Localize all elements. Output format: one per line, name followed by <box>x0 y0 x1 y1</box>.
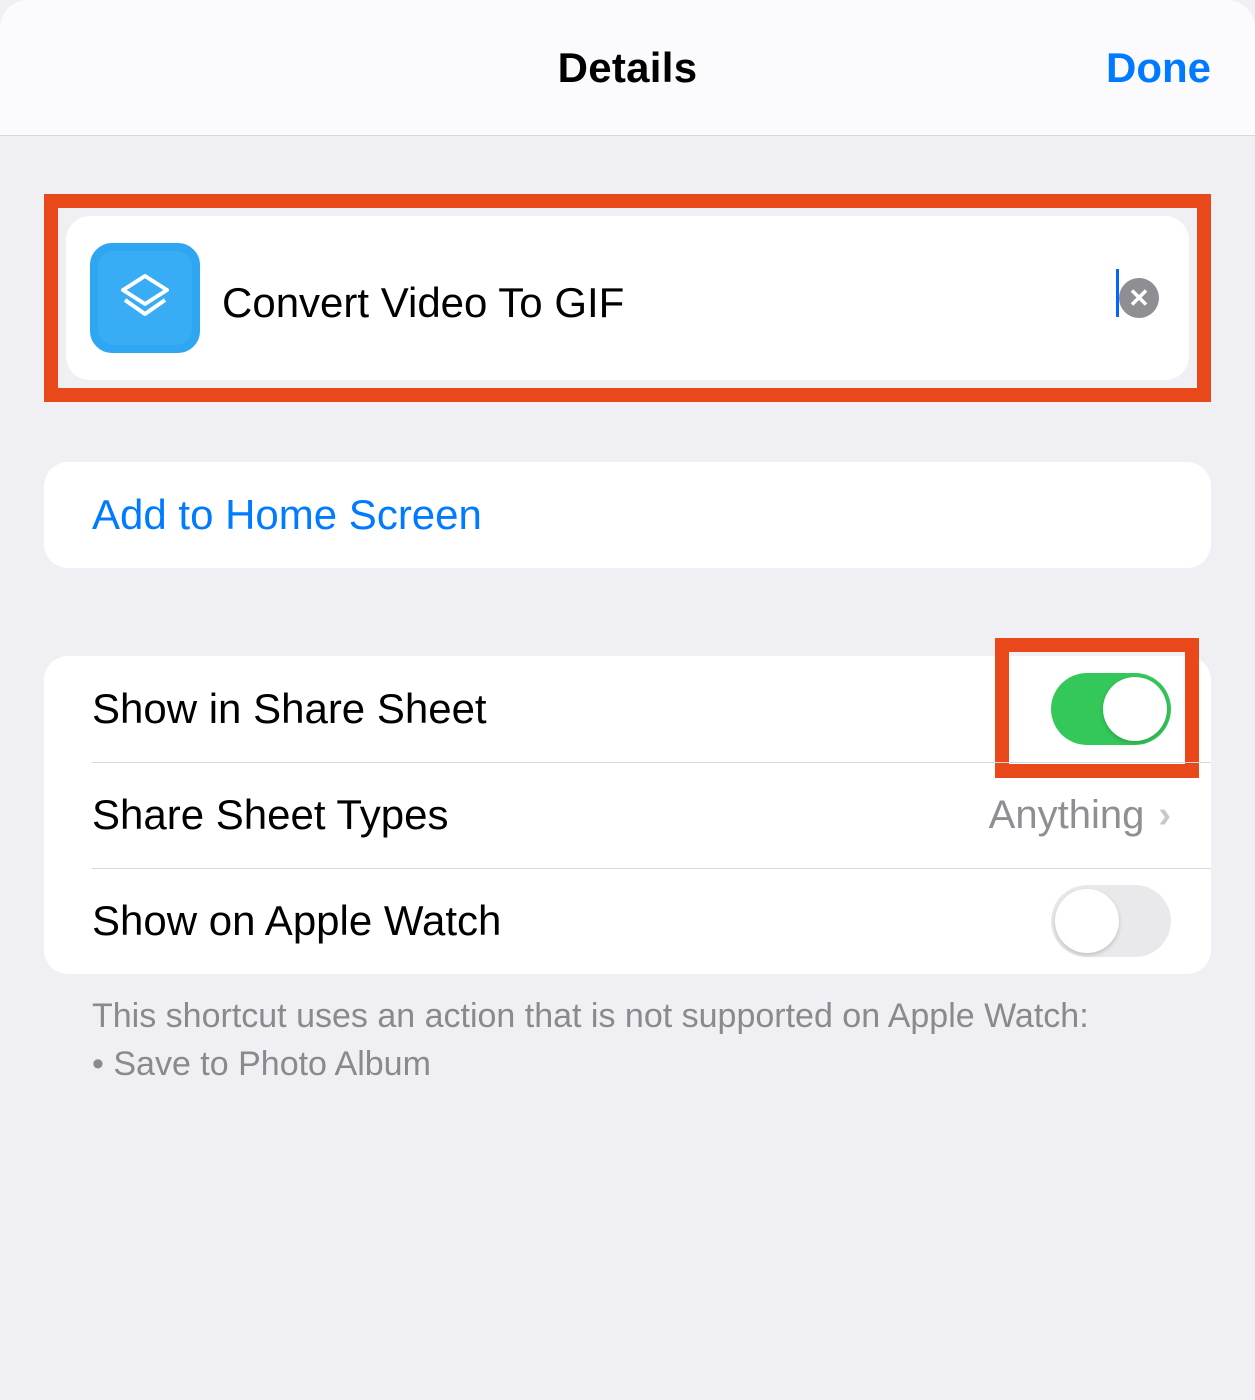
name-card: Convert Video To GIF ✕ <box>66 216 1189 380</box>
done-button[interactable]: Done <box>1106 44 1211 92</box>
share-types-value: Anything <box>989 793 1145 838</box>
clear-name-button[interactable]: ✕ <box>1119 278 1159 318</box>
page-title: Details <box>558 44 698 92</box>
apple-watch-toggle[interactable] <box>1051 885 1171 957</box>
apple-watch-label: Show on Apple Watch <box>92 897 1051 945</box>
name-highlight: Convert Video To GIF ✕ <box>44 194 1211 402</box>
toggle-knob <box>1055 889 1119 953</box>
unsupported-actions-list: Save to Photo Album <box>92 1042 1163 1088</box>
shortcuts-glyph-icon <box>117 270 173 326</box>
toggle-knob <box>1103 677 1167 741</box>
close-icon: ✕ <box>1128 285 1150 311</box>
share-types-label: Share Sheet Types <box>92 791 989 839</box>
add-to-home-row[interactable]: Add to Home Screen <box>44 462 1211 568</box>
shortcut-name-input[interactable]: Convert Video To GIF <box>222 279 1116 327</box>
chevron-right-icon: › <box>1158 794 1171 837</box>
header: Details Done <box>0 0 1255 136</box>
shortcuts-icon[interactable] <box>90 243 200 353</box>
share-types-row[interactable]: Share Sheet Types Anything › <box>44 762 1211 868</box>
apple-watch-row: Show on Apple Watch <box>44 868 1211 974</box>
unsupported-action: Save to Photo Album <box>92 1042 1163 1088</box>
share-sheet-row: Show in Share Sheet <box>44 656 1211 762</box>
add-to-home-label: Add to Home Screen <box>92 491 482 539</box>
content: Convert Video To GIF ✕ Add to Home Scree… <box>0 194 1255 1108</box>
settings-list: Show in Share Sheet Share Sheet Types An… <box>44 656 1211 974</box>
footer-note: This shortcut uses an action that is not… <box>44 974 1211 1108</box>
footer-note-text: This shortcut uses an action that is not… <box>92 994 1163 1040</box>
share-sheet-toggle[interactable] <box>1051 673 1171 745</box>
share-sheet-label: Show in Share Sheet <box>92 685 1051 733</box>
